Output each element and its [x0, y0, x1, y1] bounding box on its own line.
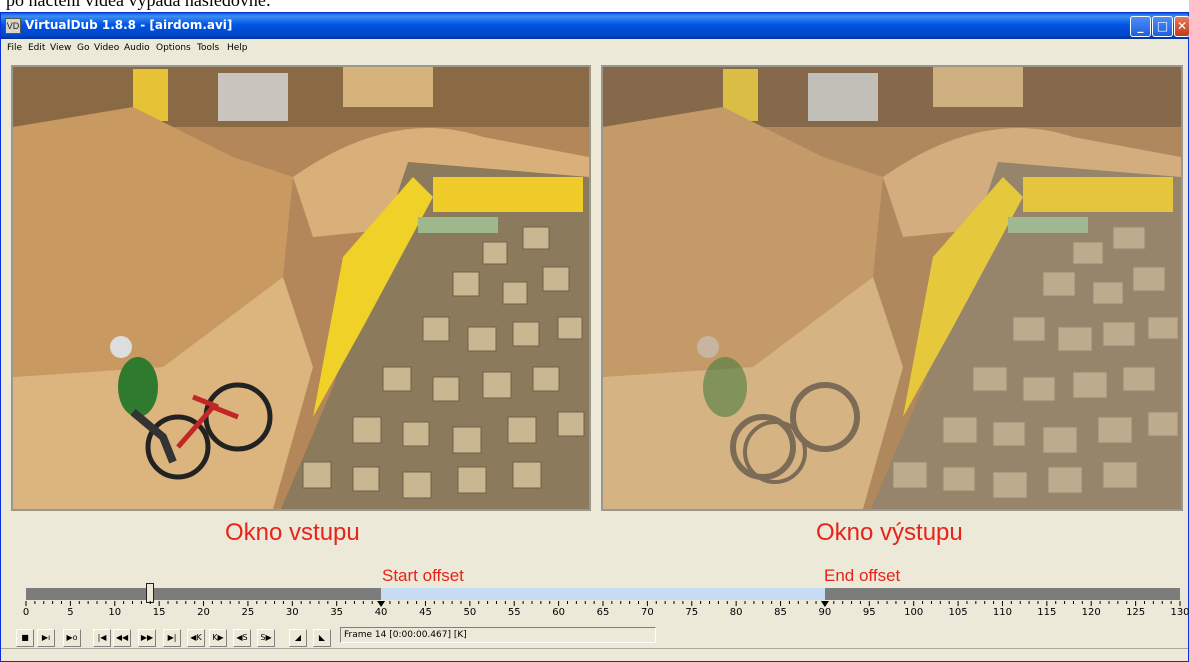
window-title: VirtualDub 1.8.8 - [airdom.avi]	[25, 18, 233, 32]
go-end-button[interactable]: ▶|	[163, 629, 181, 647]
tick-label: 50	[463, 607, 477, 618]
tick-label: 30	[285, 607, 299, 618]
tick-label: 100	[904, 607, 924, 618]
menu-options[interactable]: Options	[156, 40, 191, 56]
virtualdub-window: VD VirtualDub 1.8.8 - [airdom.avi] _ □ ✕…	[0, 12, 1189, 662]
timeline-track[interactable]	[26, 583, 1180, 603]
menu-bar: File Edit View Go Video Audio Options To…	[1, 40, 1188, 56]
end-offset-annotation: End offset	[824, 566, 901, 585]
tick-label: 15	[152, 607, 166, 618]
output-window-annotation: Okno výstupu	[816, 519, 963, 546]
tick-label: 20	[197, 607, 210, 618]
maximize-button[interactable]: □	[1152, 16, 1173, 37]
play-output-button[interactable]: ▶o	[63, 629, 81, 647]
tick-label: 90	[818, 607, 832, 618]
close-button[interactable]: ✕	[1174, 16, 1189, 37]
stop-button[interactable]: ■	[16, 629, 34, 647]
menu-file[interactable]: File	[7, 40, 22, 56]
tick-label: 5	[67, 607, 74, 618]
timeline-selection	[381, 588, 825, 600]
tick-label: 75	[685, 607, 699, 618]
output-frame-image	[603, 67, 1181, 509]
output-video-pane[interactable]	[601, 65, 1183, 511]
tick-label: 125	[1126, 607, 1146, 618]
prev-key-button[interactable]: ◀K	[187, 629, 205, 647]
input-video-pane[interactable]	[11, 65, 591, 511]
tick-label: 0	[22, 607, 30, 618]
timeline-position-thumb[interactable]	[146, 583, 155, 603]
tick-label: 55	[507, 607, 521, 618]
prev-frame-button[interactable]: ◀◀	[113, 629, 131, 647]
play-input-button[interactable]: ▶ı	[37, 629, 55, 647]
tick-label: 45	[419, 607, 432, 618]
tick-label: 40	[374, 607, 388, 618]
tick-label: 10	[108, 607, 122, 618]
page-caption: po načtení videa vypadá následovně:	[6, 0, 271, 10]
menu-edit[interactable]: Edit	[28, 40, 45, 56]
menu-help[interactable]: Help	[227, 40, 248, 56]
status-divider	[1, 648, 1188, 649]
tick-label: 60	[552, 607, 565, 618]
tick-label: 105	[948, 607, 968, 618]
mark-out-button[interactable]: ◣	[313, 629, 331, 647]
next-key-button[interactable]: K▶	[209, 629, 227, 647]
tick-label: 80	[729, 607, 743, 618]
tick-label: 110	[992, 607, 1012, 618]
frame-status: Frame 14 [0:00:00.467] [K]	[340, 627, 656, 643]
minimize-button[interactable]: _	[1130, 16, 1151, 37]
start-offset-annotation: Start offset	[382, 566, 464, 585]
tick-label: 130	[1170, 607, 1189, 618]
tick-label: 35	[330, 607, 344, 618]
tick-label: 70	[641, 607, 654, 618]
menu-tools[interactable]: Tools	[197, 40, 219, 56]
tick-label: 115	[1037, 607, 1057, 618]
input-window-annotation: Okno vstupu	[225, 519, 360, 546]
next-scene-button[interactable]: S▶	[257, 629, 275, 647]
menu-view[interactable]: View	[50, 40, 71, 56]
go-start-button[interactable]: |◀	[93, 629, 111, 647]
menu-go[interactable]: Go	[77, 40, 89, 56]
tick-label: 25	[241, 607, 255, 618]
title-bar[interactable]: VD VirtualDub 1.8.8 - [airdom.avi] _ □ ✕	[1, 13, 1189, 39]
prev-scene-button[interactable]: ◀S	[233, 629, 251, 647]
next-frame-button[interactable]: ▶▶	[138, 629, 156, 647]
tick-label: 95	[862, 607, 876, 618]
mark-in-button[interactable]: ◢	[289, 629, 307, 647]
app-icon[interactable]: VD	[5, 18, 21, 34]
tick-label: 85	[774, 607, 787, 618]
menu-video[interactable]: Video	[94, 40, 119, 56]
tick-label: 65	[596, 607, 610, 618]
menu-audio[interactable]: Audio	[124, 40, 150, 56]
tick-label: 120	[1081, 607, 1101, 618]
input-frame-image	[13, 67, 589, 509]
